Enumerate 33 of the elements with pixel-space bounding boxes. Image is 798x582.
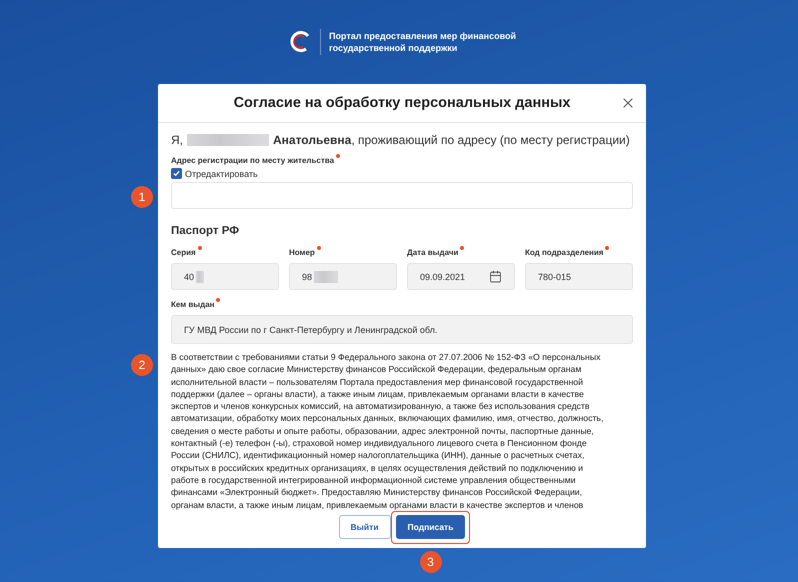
text-input[interactable]: 40: [171, 263, 279, 290]
required-icon: [316, 246, 321, 250]
text-input[interactable]: 98: [289, 263, 397, 290]
dialog-title: Согласие на обработку персональных данных: [234, 95, 570, 111]
exit-button[interactable]: Выйти: [338, 515, 391, 540]
text-input[interactable]: ГУ МВД России по г Санкт-Петербургу и Ленинградской обл.: [171, 315, 633, 344]
calendar-icon[interactable]: [489, 270, 502, 283]
required-icon: [216, 298, 220, 302]
greeting-text: Анатольевна, проживающий по адресу (по месту регистрации): [273, 133, 630, 147]
required-icon: [336, 154, 340, 158]
required-icon: [198, 246, 202, 250]
field-label: Код подразделения: [525, 248, 604, 257]
step-marker: 3: [420, 550, 442, 573]
field-label: Кем выдан: [171, 300, 214, 309]
required-icon: [460, 246, 464, 250]
section-heading: Паспорт РФ: [171, 225, 240, 237]
portal-title: Портал предоставления мер финансовой государственной поддержки: [328, 30, 516, 54]
date-input[interactable]: 09.09.2021: [407, 263, 515, 290]
logo-icon: [288, 30, 312, 54]
field-label: Серия: [171, 248, 196, 257]
step-marker: 1: [131, 186, 153, 208]
step-marker: 2: [131, 354, 153, 376]
field-label: Адрес регистрации по месту жительства: [171, 156, 334, 165]
field-label: Номер: [289, 248, 315, 257]
address-input[interactable]: [171, 182, 633, 209]
required-icon: [605, 246, 610, 250]
greeting-prefix: Я,: [171, 133, 183, 147]
field-label: Дата выдачи: [407, 248, 458, 257]
sign-button[interactable]: Подписать: [396, 515, 466, 540]
edit-checkbox[interactable]: Отредактировать: [171, 168, 633, 179]
text-input[interactable]: 780-015: [525, 263, 633, 290]
check-icon: [173, 170, 180, 177]
consent-text: В соответствии с требованиями статьи 9 Федерального закона от 27.07.2006 № 152-ФЗ «О персональных данных» даю свое согласие Министерству финансов Российской Федерации, федеральным органам исполнительной власти – пользователям Портала предоставления мер финансовой государственной поддержки (далее – органы власти), а также иным лицам, привлекаемым органами власти в качестве экспертов и членов конкурсных комиссий, на автоматизированную, а также без использования средств автоматизации, обработку моих персональных данных, включающих фамилию, имя, отчество, должность, сведения о месте работы и опыте работы, образовании, адрес электронной почты, паспортные данные, контактный (-е) телефон (-ы), страховой номер индивидуального лицевого счета в Пенсионном фонде России (СНИЛС), идентификационный номер налогоплательщика (ИНН), данные о расчетных счетах, открытых в российских кредитных организациях, в целях осуществления действий по подключению и работе в государственной интегрированной информационной системе управления общественными финансами «Электронный бюджет». Предоставляю Министерству финансов Российской Федерации, органам власти, а также иным лицам, привлекаемым органами власти в качестве экспертов и членов: [171, 351, 604, 511]
